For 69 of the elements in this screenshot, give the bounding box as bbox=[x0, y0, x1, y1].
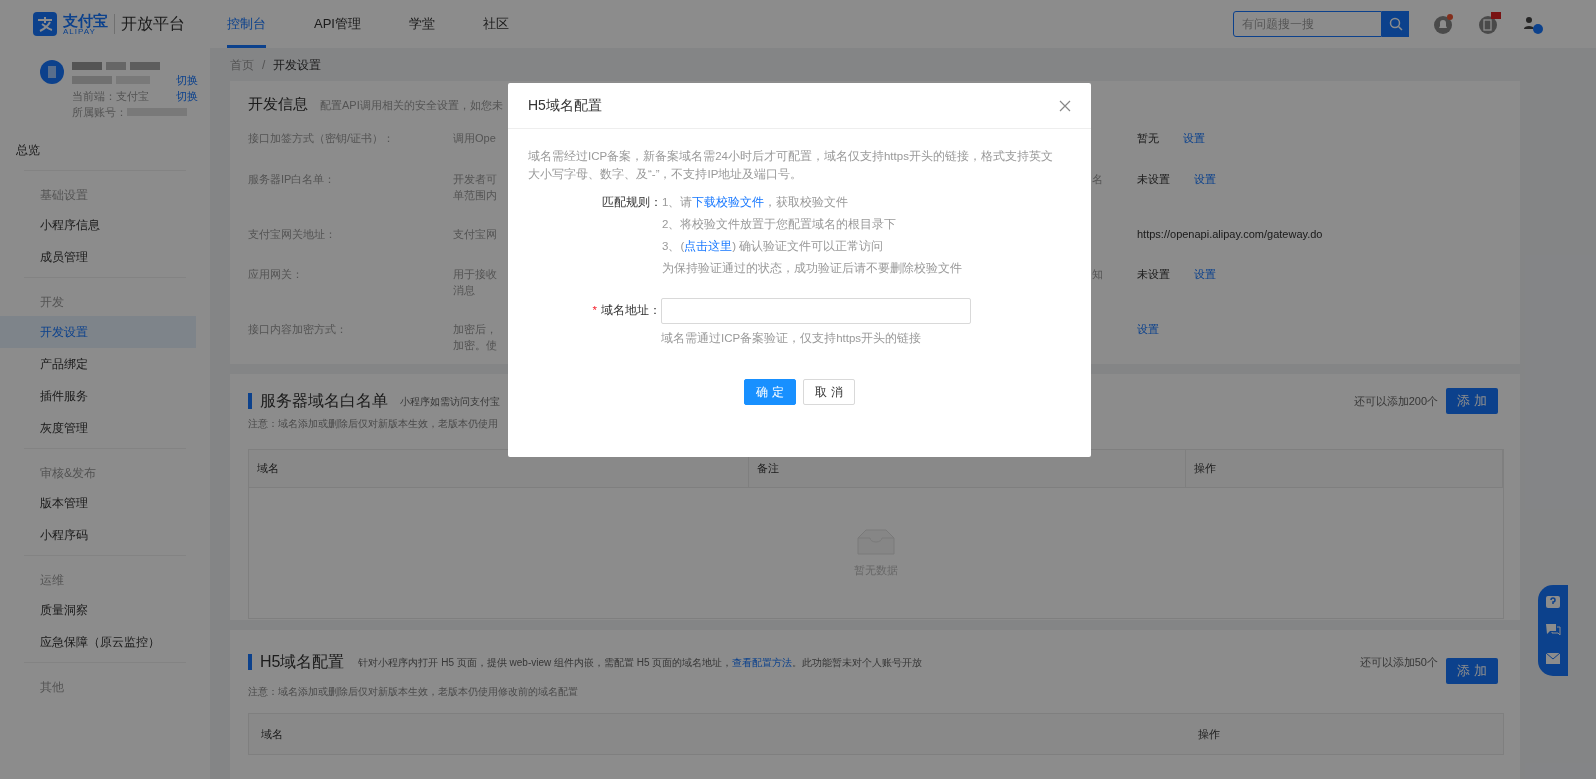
rule-text: 2、将校验文件放置于您配置域名的根目录下 bbox=[662, 217, 898, 232]
sidebar-item[interactable]: 开发设置 bbox=[0, 316, 196, 348]
nav-tab[interactable]: 学堂 bbox=[408, 0, 435, 48]
brand-name: 支付宝 bbox=[63, 12, 108, 28]
rules-label: 匹配规则： bbox=[602, 196, 662, 208]
sidebar-item[interactable]: 质量洞察 bbox=[0, 594, 186, 626]
section-title: 开发信息 bbox=[248, 94, 308, 114]
platform-name: 开放平台 bbox=[121, 14, 185, 34]
document-icon[interactable] bbox=[1478, 12, 1502, 36]
confirm-button[interactable]: 确 定 bbox=[744, 379, 796, 406]
rule-text: 为保持验证通过的状态，成功验证后请不要删除校验文件 bbox=[662, 261, 962, 276]
section-description: 小程序如需访问支付宝 bbox=[400, 394, 500, 409]
sidebar-item[interactable]: 产品绑定 bbox=[0, 348, 186, 380]
search-icon bbox=[1388, 17, 1403, 31]
quota-text: 还可以添加200个 bbox=[1353, 393, 1438, 409]
search-button[interactable] bbox=[1382, 11, 1409, 37]
add-button[interactable]: 添 加 bbox=[1446, 388, 1498, 414]
quota-text: 还可以添加50个 bbox=[1359, 654, 1438, 670]
field-value: https://openapi.alipay.com/gateway.do bbox=[1137, 226, 1323, 242]
field-label: 域名地址： bbox=[601, 303, 661, 319]
mail-icon[interactable] bbox=[1545, 650, 1561, 667]
add-button[interactable]: 添 加 bbox=[1446, 658, 1498, 684]
question-icon[interactable] bbox=[1545, 594, 1561, 611]
set-link[interactable]: 设置 bbox=[1194, 170, 1216, 226]
column-header: 操作 bbox=[1194, 461, 1216, 477]
field-value: 未设置 bbox=[1137, 266, 1170, 282]
nav-tab[interactable]: 社区 bbox=[482, 0, 509, 48]
column-header: 操作 bbox=[1198, 726, 1220, 742]
sidebar-item[interactable]: 灰度管理 bbox=[0, 412, 186, 444]
rule-link[interactable]: 点击这里 bbox=[684, 240, 733, 252]
logo-icon bbox=[33, 12, 57, 36]
set-link[interactable]: 设置 bbox=[1183, 129, 1205, 171]
switch-link[interactable]: 切换 bbox=[176, 87, 198, 105]
modal-title: H5域名配置 bbox=[528, 96, 602, 115]
sidebar-item[interactable]: 成员管理 bbox=[0, 241, 186, 273]
section-title: 服务器域名白名单 bbox=[260, 391, 388, 411]
required-mark: * bbox=[592, 303, 597, 319]
sidebar-item[interactable]: 版本管理 bbox=[0, 487, 186, 519]
breadcrumb-separator: / bbox=[262, 56, 266, 74]
config-link[interactable]: 查看配置方法 bbox=[732, 656, 793, 668]
rule-link[interactable]: 下载校验文件 bbox=[692, 196, 765, 208]
sidebar-item[interactable]: 小程序码 bbox=[0, 519, 186, 551]
intro-text: 域名需经过ICP备案，新备案域名需24小时后才可配置，域名仅支持https开头的链接，格式支持英文大小写字母、数字、及“-”，不支持IP地址及端口号。 bbox=[528, 149, 1054, 182]
bell-icon[interactable] bbox=[1433, 13, 1455, 35]
breadcrumb-current: 开发设置 bbox=[273, 56, 322, 74]
field-hint: 域名需通过ICP备案验证，仅支持https开头的链接 bbox=[661, 332, 922, 344]
close-icon[interactable] bbox=[1059, 99, 1071, 112]
sidebar-item[interactable]: 小程序信息 bbox=[0, 209, 186, 241]
domain-input[interactable] bbox=[661, 298, 971, 324]
field-value: 未设置 bbox=[1137, 171, 1170, 187]
set-link[interactable]: 设置 bbox=[1137, 320, 1159, 371]
column-header: 域名 bbox=[261, 726, 283, 742]
nav-tab[interactable]: API管理 bbox=[314, 0, 361, 48]
rule-text: 1、请下载校验文件，获取校验文件 bbox=[662, 195, 850, 210]
section-title: H5域名配置 bbox=[260, 652, 345, 672]
rule-text: 3、(点击这里) 确认验证文件可以正常访问 bbox=[662, 239, 885, 254]
set-link[interactable]: 设置 bbox=[1194, 265, 1216, 321]
switch-link[interactable]: 切换 bbox=[176, 71, 198, 89]
column-header: 备注 bbox=[757, 461, 779, 477]
nav-tab[interactable]: 控制台 bbox=[227, 0, 266, 48]
cancel-button[interactable]: 取 消 bbox=[803, 379, 855, 406]
sidebar-item[interactable]: 插件服务 bbox=[0, 380, 186, 412]
field-value: 暂无 bbox=[1137, 130, 1159, 146]
column-header: 域名 bbox=[257, 461, 279, 477]
brand-subtitle: ALIPAY bbox=[63, 27, 96, 36]
section-description: 针对小程序内打开 H5 页面，提供 web-view 组件内嵌，需配置 H5 页面的域名地址，查看配置方法。此功能暂未对个人账号开放 bbox=[358, 655, 923, 670]
avatar-icon bbox=[40, 60, 64, 84]
sidebar-item[interactable]: 应急保障（原云监控） bbox=[0, 626, 186, 658]
sidebar-item[interactable]: 总览 bbox=[0, 134, 210, 166]
